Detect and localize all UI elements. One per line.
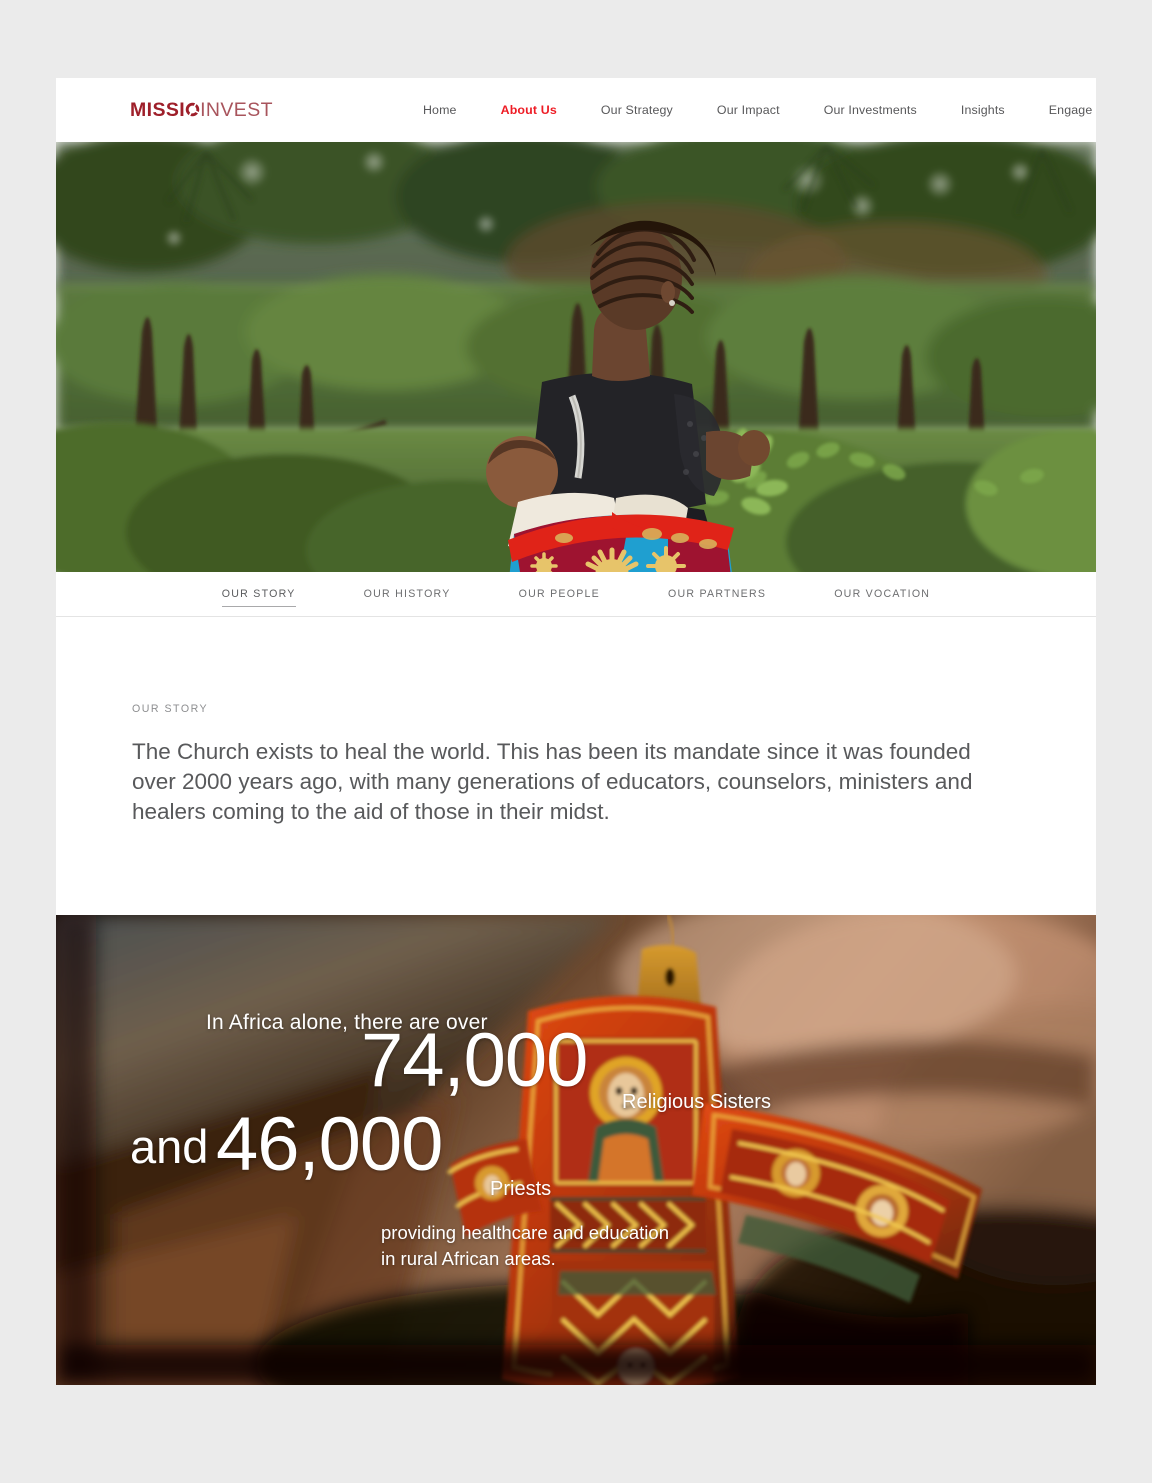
nav-item-our-investments[interactable]: Our Investments: [802, 103, 939, 117]
site-header: MISSI INVEST Home About Us Our Strategy …: [56, 78, 1096, 142]
tab-our-story[interactable]: OUR STORY: [188, 588, 330, 607]
our-story-section: OUR STORY The Church exists to heal the …: [56, 617, 1096, 915]
hero-image: [56, 142, 1096, 572]
tab-our-history[interactable]: OUR HISTORY: [330, 588, 485, 600]
nav-item-home[interactable]: Home: [401, 103, 479, 117]
nav-item-about-us[interactable]: About Us: [479, 103, 579, 117]
main-navigation: Home About Us Our Strategy Our Impact Ou…: [401, 103, 1096, 117]
missio-o-mark-icon: [185, 102, 200, 117]
stat-label-priests: Priests: [490, 1178, 552, 1200]
stat-conjunction: and: [130, 1120, 209, 1173]
story-body-text: The Church exists to heal the world. Thi…: [132, 739, 973, 824]
stat-number-priests: 46,000: [216, 1102, 443, 1187]
tab-our-vocation[interactable]: OUR VOCATION: [800, 588, 964, 600]
statistics-banner: In Africa alone, there are over 74,000 R…: [56, 915, 1096, 1385]
nav-item-our-strategy[interactable]: Our Strategy: [579, 103, 695, 117]
statistics-text-overlay: In Africa alone, there are over 74,000 R…: [56, 915, 1096, 1385]
logo-invest-text: INVEST: [200, 98, 273, 121]
section-tabs: OUR STORY OUR HISTORY OUR PEOPLE OUR PAR…: [56, 572, 1096, 617]
logo-missio-text: MISSI: [130, 98, 186, 121]
nav-item-insights[interactable]: Insights: [939, 103, 1027, 117]
tab-our-people[interactable]: OUR PEOPLE: [485, 588, 634, 600]
nav-item-our-impact[interactable]: Our Impact: [695, 103, 802, 117]
stat-tail-text: providing healthcare and education in ru…: [381, 1222, 669, 1269]
tab-our-partners[interactable]: OUR PARTNERS: [634, 588, 800, 600]
stat-number-sisters: 74,000: [361, 1018, 588, 1103]
site-logo[interactable]: MISSI INVEST: [130, 99, 273, 122]
nav-item-engage-contact[interactable]: Engage | Contact: [1027, 103, 1096, 117]
stat-label-sisters: Religious Sisters: [622, 1091, 771, 1113]
site-page: MISSI INVEST Home About Us Our Strategy …: [56, 78, 1096, 1385]
story-eyebrow: OUR STORY: [132, 703, 209, 715]
